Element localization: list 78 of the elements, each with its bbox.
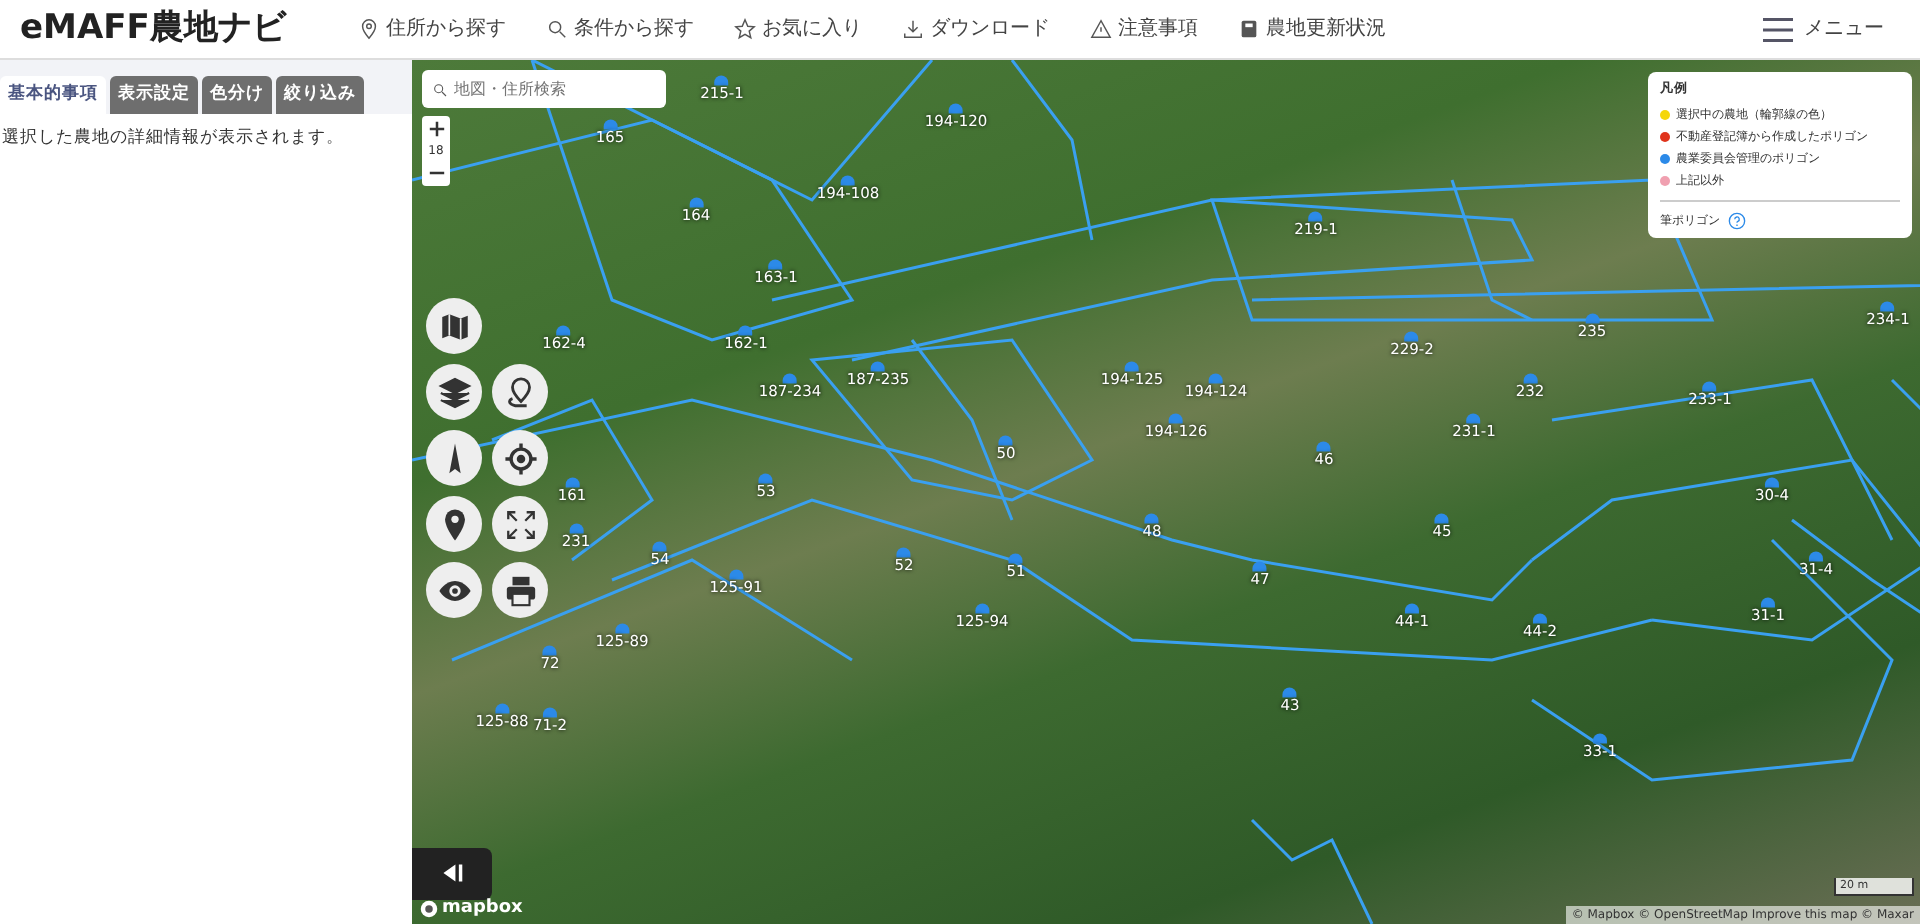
pin-icon[interactable]: [1145, 513, 1159, 524]
zoom-in-button[interactable]: [427, 116, 445, 142]
mapbox-logo-icon: [420, 899, 438, 918]
pin-icon[interactable]: [653, 541, 667, 552]
nav-link[interactable]: 住所から探す: [337, 14, 526, 44]
expand-icon: [503, 507, 537, 541]
pin-icon[interactable]: [841, 175, 855, 186]
pin-icon[interactable]: [729, 569, 743, 580]
sidebar-tab[interactable]: 絞り込み: [276, 76, 364, 114]
pin-icon[interactable]: [495, 703, 509, 714]
pin-icon[interactable]: [1209, 373, 1223, 384]
pin-icon[interactable]: [897, 547, 911, 558]
pin-icon[interactable]: [975, 603, 989, 614]
pin-icon[interactable]: [565, 477, 579, 488]
sidebar-tab[interactable]: 表示設定: [110, 76, 198, 114]
nav-link[interactable]: ダウンロード: [881, 14, 1070, 44]
pin-icon[interactable]: [715, 75, 729, 86]
pin-icon[interactable]: [543, 645, 557, 656]
pin-icon[interactable]: [1593, 733, 1607, 744]
nav-link[interactable]: 農地更新状況: [1217, 14, 1406, 44]
pin-icon[interactable]: [603, 119, 617, 130]
pin-icon[interactable]: [871, 361, 885, 372]
location-route-icon: [503, 375, 537, 409]
pin-icon[interactable]: [1169, 413, 1183, 424]
search-field[interactable]: 地図・住所検索: [422, 70, 666, 108]
nav-link[interactable]: 条件から探す: [525, 14, 714, 44]
printer-icon: [503, 573, 537, 607]
info-message: 選択した農地の詳細情報が表示されます。: [0, 125, 346, 151]
menu-button[interactable]: メニュー: [1738, 11, 1904, 47]
pin-icon[interactable]: [999, 435, 1013, 446]
target-icon: [503, 441, 537, 475]
collapse-icon: [440, 862, 464, 885]
nav-link[interactable]: お気に入り: [713, 14, 882, 44]
pin-icon[interactable]: [1533, 613, 1547, 624]
pin-icon[interactable]: [1765, 477, 1779, 488]
pin-icon[interactable]: [689, 197, 703, 208]
search-icon: [432, 82, 448, 98]
warning-icon: [1089, 18, 1112, 40]
pin-icon: [357, 18, 380, 40]
download-icon: [901, 18, 924, 40]
pin-icon[interactable]: [1125, 361, 1139, 372]
pin-icon[interactable]: [1253, 561, 1267, 572]
pin-icon[interactable]: [1309, 211, 1323, 222]
map-icon: [437, 309, 471, 343]
pin-icon[interactable]: [1317, 441, 1331, 452]
pin-icon[interactable]: [1523, 373, 1537, 384]
sidebar-tab[interactable]: 基本的事項: [0, 76, 106, 114]
app-logo[interactable]: eMAFF農地ナビ: [20, 3, 286, 55]
pin-icon[interactable]: [1809, 551, 1823, 562]
layers-icon: [437, 375, 471, 409]
pin-icon[interactable]: [557, 325, 571, 336]
pin-icon[interactable]: [1405, 331, 1419, 342]
collapse-panel-button[interactable]: [412, 848, 492, 900]
sidebar-tab[interactable]: 色分け: [202, 76, 272, 114]
nav-link[interactable]: 注意事項: [1069, 14, 1218, 44]
pin-icon[interactable]: [543, 707, 557, 718]
help-icon[interactable]: [1728, 211, 1746, 230]
pin-icon[interactable]: [1881, 301, 1895, 312]
plus-icon: [427, 120, 445, 139]
pin-icon[interactable]: [1283, 687, 1297, 698]
pin-icon[interactable]: [1703, 381, 1717, 392]
pin-icon[interactable]: [1467, 413, 1481, 424]
pin-icon[interactable]: [783, 373, 797, 384]
pin-icon[interactable]: [739, 325, 753, 336]
star-icon: [733, 18, 756, 40]
pin-icon[interactable]: [949, 103, 963, 114]
pin-icon[interactable]: [569, 523, 583, 534]
pin-icon[interactable]: [1761, 597, 1775, 608]
search-icon: [545, 18, 568, 40]
pin-icon[interactable]: [759, 473, 773, 484]
mapbox-logo-text: mapbox: [442, 895, 523, 921]
pin-icon[interactable]: [1009, 553, 1023, 564]
pin-icon[interactable]: [615, 623, 629, 634]
book-icon: [1237, 18, 1260, 40]
pin-icon[interactable]: [769, 259, 783, 270]
pin-icon[interactable]: [1405, 603, 1419, 614]
pin-icon[interactable]: [1435, 513, 1449, 524]
pin-icon[interactable]: [1585, 313, 1599, 324]
